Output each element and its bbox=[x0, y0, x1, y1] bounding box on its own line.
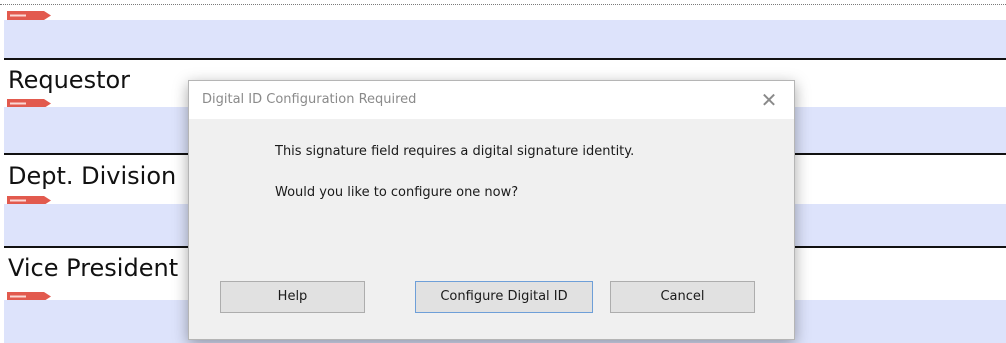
close-icon[interactable]: ✕ bbox=[756, 87, 782, 113]
digital-id-dialog: Digital ID Configuration Required ✕ This… bbox=[188, 80, 795, 340]
dialog-title: Digital ID Configuration Required bbox=[202, 92, 417, 107]
cancel-button[interactable]: Cancel bbox=[610, 281, 755, 313]
sign-here-tag-icon bbox=[7, 11, 51, 20]
signature-field-top[interactable] bbox=[4, 20, 1006, 58]
dialog-message-line1: This signature field requires a digital … bbox=[275, 144, 635, 159]
top-dotted-border bbox=[0, 4, 1006, 5]
section-label-requestor: Requestor bbox=[8, 66, 131, 94]
section-label-dept-division: Dept. Division bbox=[8, 162, 177, 190]
form-canvas: Requestor Dept. Division Vice President … bbox=[0, 0, 1006, 343]
help-button[interactable]: Help bbox=[220, 281, 365, 313]
section-divider bbox=[4, 58, 1006, 60]
configure-digital-id-button[interactable]: Configure Digital ID bbox=[415, 281, 593, 313]
section-label-vice-president: Vice President bbox=[8, 254, 179, 282]
dialog-titlebar[interactable]: Digital ID Configuration Required ✕ bbox=[189, 81, 794, 119]
dialog-message-line2: Would you like to configure one now? bbox=[275, 185, 519, 200]
